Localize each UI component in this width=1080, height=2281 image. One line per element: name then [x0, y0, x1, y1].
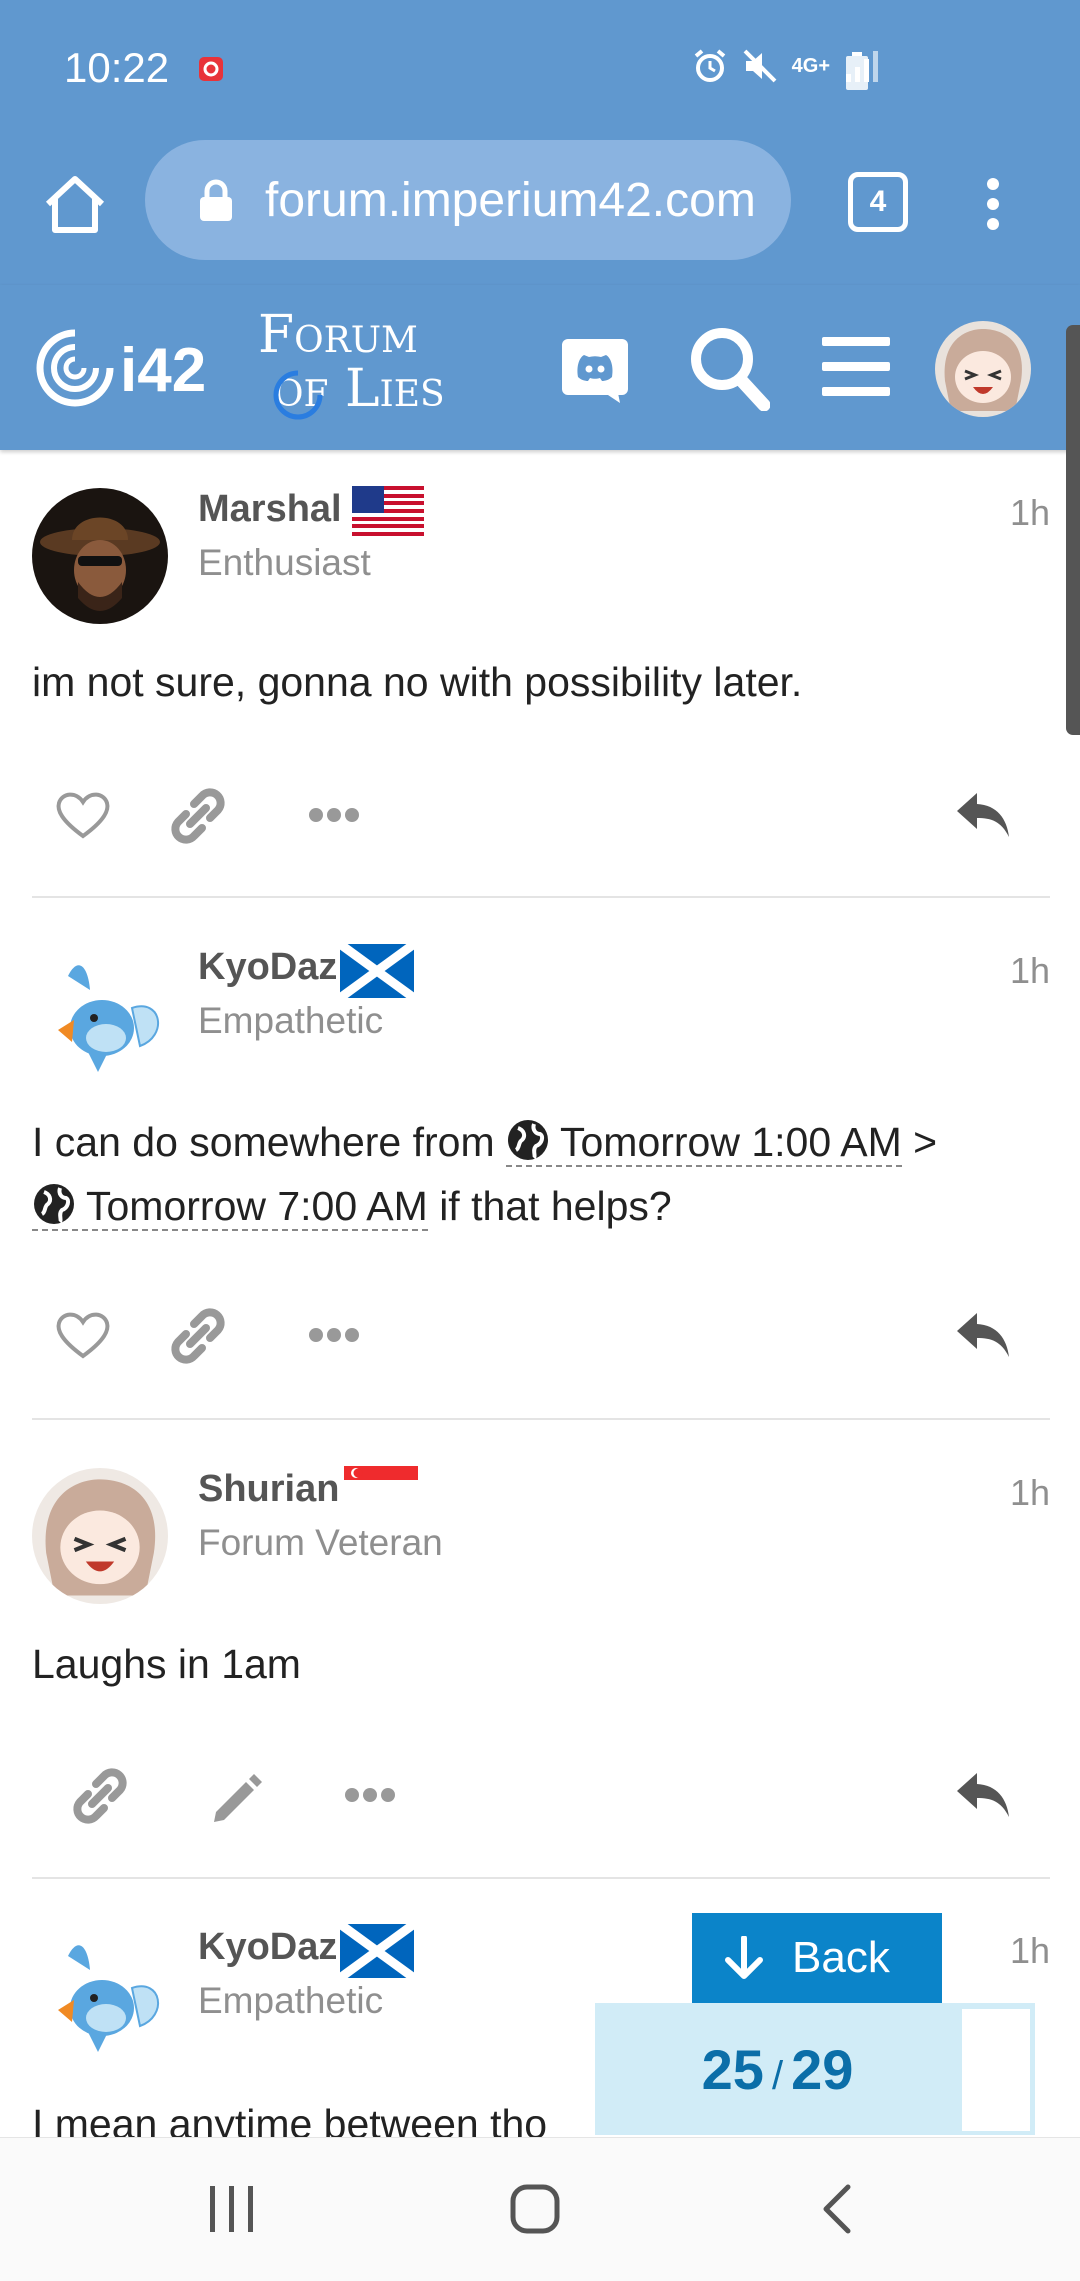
username[interactable]: KyoDaz: [198, 1926, 337, 1969]
lock-icon: [200, 179, 232, 221]
scotland-flag-icon: [340, 944, 414, 998]
post-divider: [32, 1418, 1050, 1420]
screen-record-icon: [199, 57, 223, 81]
more-actions-icon[interactable]: [308, 1327, 360, 1343]
reply-icon[interactable]: [955, 1771, 1011, 1819]
progress-remaining: [960, 2007, 1032, 2133]
like-icon[interactable]: [55, 790, 111, 840]
browser-toolbar: forum.imperium42.com 4: [0, 140, 1080, 285]
system-navigation-bar: [0, 2137, 1080, 2281]
avatar[interactable]: [32, 1926, 168, 2062]
user-title: Empathetic: [198, 1000, 384, 1041]
back-nav-icon[interactable]: [822, 2184, 852, 2234]
body-text-prefix: I can do somewhere from: [32, 1119, 506, 1165]
user-title: Forum Veteran: [198, 1522, 443, 1563]
i42-swirl-icon: [36, 329, 114, 407]
search-icon[interactable]: [688, 325, 770, 411]
username[interactable]: Shurian: [198, 1468, 339, 1511]
home-nav-icon[interactable]: [510, 2184, 560, 2234]
copy-link-icon[interactable]: [170, 1308, 226, 1364]
reply-icon[interactable]: [955, 791, 1011, 839]
anime-girl-avatar-icon: [32, 1468, 168, 1604]
url-text[interactable]: forum.imperium42.com: [265, 173, 756, 228]
us-flag-icon: [352, 486, 424, 536]
avatar[interactable]: [32, 1468, 168, 1604]
avatar[interactable]: [32, 488, 168, 624]
site-header: i42 Forum of Lies: [0, 285, 1080, 450]
post-age[interactable]: 1h: [1010, 1472, 1050, 1514]
mudkip-avatar-icon: [58, 1945, 159, 2052]
anime-girl-avatar-icon: [935, 321, 1031, 417]
back-label: Back: [792, 1933, 890, 1982]
post-age[interactable]: 1h: [1010, 1930, 1050, 1972]
more-actions-icon[interactable]: [344, 1787, 396, 1803]
avatar[interactable]: [32, 946, 168, 1082]
discord-icon[interactable]: [560, 335, 630, 405]
progress-text: 25/29: [595, 2037, 960, 2102]
progress-separator: /: [771, 2054, 784, 2098]
post-progress-indicator[interactable]: 25/29: [595, 2003, 1035, 2135]
local-date-start[interactable]: Tomorrow 1:00 AM: [505, 1119, 902, 1167]
scotland-flag-icon: [340, 1924, 414, 1978]
post-body: Laughs in 1am: [32, 1641, 301, 1687]
logo-line-1: Forum: [258, 305, 418, 365]
network-type-label: 4G+: [791, 54, 830, 77]
mute-icon: [743, 49, 777, 83]
status-time: 10:22: [64, 44, 170, 91]
edit-pencil-icon[interactable]: [208, 1768, 264, 1824]
current-user-avatar[interactable]: [935, 321, 1031, 417]
reply-icon[interactable]: [955, 1311, 1011, 1359]
page-scrollbar[interactable]: [1066, 325, 1080, 735]
copy-link-icon[interactable]: [72, 1768, 128, 1824]
more-actions-icon[interactable]: [308, 807, 360, 823]
more-options-icon[interactable]: [985, 176, 1001, 232]
date-start-text: Tomorrow 1:00 AM: [559, 1119, 902, 1165]
home-icon[interactable]: [40, 170, 110, 240]
i42-logo-text: i42: [120, 336, 207, 405]
arrow-down-icon: [725, 1936, 763, 1979]
mudkip-avatar-icon: [58, 965, 159, 1072]
globe-icon: [34, 1184, 74, 1224]
username[interactable]: KyoDaz: [198, 946, 337, 989]
like-icon[interactable]: [55, 1310, 111, 1360]
i42-logo[interactable]: i42: [32, 325, 222, 411]
local-date-end[interactable]: Tomorrow 7:00 AM: [32, 1183, 428, 1231]
alarm-icon: [694, 49, 725, 82]
post-body: I can do somewhere from Tomorrow 1:00 AM…: [32, 1110, 1040, 1238]
progress-current: 25: [701, 2038, 764, 2101]
cowboy-avatar-icon: [32, 488, 168, 624]
copy-link-icon[interactable]: [170, 788, 226, 844]
globe-icon: [507, 1120, 548, 1160]
body-text-mid: >: [901, 1119, 938, 1165]
date-end-text: Tomorrow 7:00 AM: [86, 1183, 428, 1229]
user-title: Empathetic: [198, 1980, 384, 2021]
post-divider: [32, 1877, 1050, 1879]
post-body: im not sure, gonna no with possibility l…: [32, 659, 803, 705]
post-divider: [32, 896, 1050, 898]
status-bar: 10:22 4G+: [0, 0, 1080, 140]
post-age[interactable]: 1h: [1010, 492, 1050, 534]
forum-of-lies-logo[interactable]: Forum of Lies: [258, 305, 490, 425]
singapore-flag-icon: [344, 1466, 418, 1494]
username[interactable]: Marshal: [198, 488, 342, 531]
progress-total: 29: [791, 2038, 854, 2101]
recent-apps-icon[interactable]: [208, 2184, 256, 2234]
tab-switcher-button[interactable]: 4: [848, 172, 908, 232]
address-bar[interactable]: forum.imperium42.com: [145, 140, 791, 260]
body-text-suffix: if that helps?: [427, 1183, 672, 1229]
battery-icon: [846, 52, 868, 90]
logo-swirl-icon: [273, 370, 323, 420]
back-button[interactable]: Back: [692, 1913, 942, 2003]
hamburger-menu-icon[interactable]: [820, 335, 892, 397]
user-title: Enthusiast: [198, 542, 371, 583]
post-age[interactable]: 1h: [1010, 950, 1050, 992]
